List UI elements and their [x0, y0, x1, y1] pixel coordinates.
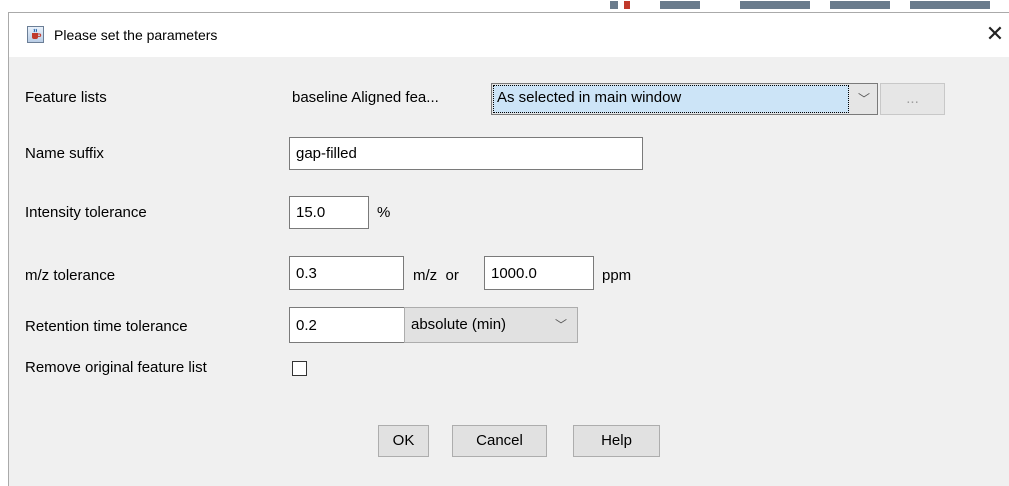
selected-feature-list-text: baseline Aligned fea... [292, 89, 439, 106]
background-mark [910, 1, 990, 9]
title-bar[interactable]: Please set the parameters ✕ [9, 13, 1009, 57]
intensity-tolerance-label: Intensity tolerance [25, 204, 147, 221]
ppm-tolerance-field[interactable]: 1000.0 [484, 256, 594, 290]
name-suffix-field[interactable]: gap-filled [289, 137, 643, 170]
close-icon[interactable]: ✕ [981, 19, 1009, 49]
remove-original-label: Remove original feature list [25, 359, 207, 376]
background-window-strip [600, 0, 1009, 12]
mz-unit-or-label: m/z or [413, 267, 459, 284]
retention-time-mode-dropdown[interactable]: absolute (min) ﹀ [404, 307, 578, 343]
retention-time-tolerance-label: Retention time tolerance [25, 318, 188, 335]
ok-button[interactable]: OK [378, 425, 429, 457]
intensity-tolerance-field[interactable]: 15.0 [289, 196, 369, 229]
cancel-button[interactable]: Cancel [452, 425, 547, 457]
background-mark [610, 1, 618, 9]
chevron-down-icon: ﹀ [857, 92, 870, 106]
remove-original-checkbox[interactable] [292, 361, 307, 376]
retention-time-mode-value: absolute (min) [411, 316, 507, 333]
ppm-unit-label: ppm [602, 267, 632, 284]
background-mark [624, 1, 630, 9]
help-button[interactable]: Help [573, 425, 660, 457]
parameters-dialog: Please set the parameters ✕ Feature list… [8, 12, 1009, 486]
name-suffix-label: Name suffix [25, 145, 104, 162]
feature-lists-selection-dropdown[interactable]: As selected in main window ﹀ [491, 83, 878, 115]
feature-lists-selection-value: As selected in main window [497, 89, 682, 106]
background-mark [830, 1, 890, 9]
background-mark [740, 1, 810, 9]
chevron-down-icon: ﹀ [554, 318, 567, 332]
dialog-title: Please set the parameters [54, 27, 218, 43]
percent-unit-label: % [377, 204, 391, 221]
retention-time-tolerance-field[interactable]: 0.2 [289, 307, 405, 343]
feature-lists-label: Feature lists [25, 89, 107, 106]
feature-lists-browse-button[interactable]: ... [880, 83, 945, 115]
java-cup-icon [27, 26, 44, 43]
background-mark [660, 1, 700, 9]
mz-tolerance-label: m/z tolerance [25, 267, 116, 284]
mz-tolerance-field[interactable]: 0.3 [289, 256, 404, 290]
